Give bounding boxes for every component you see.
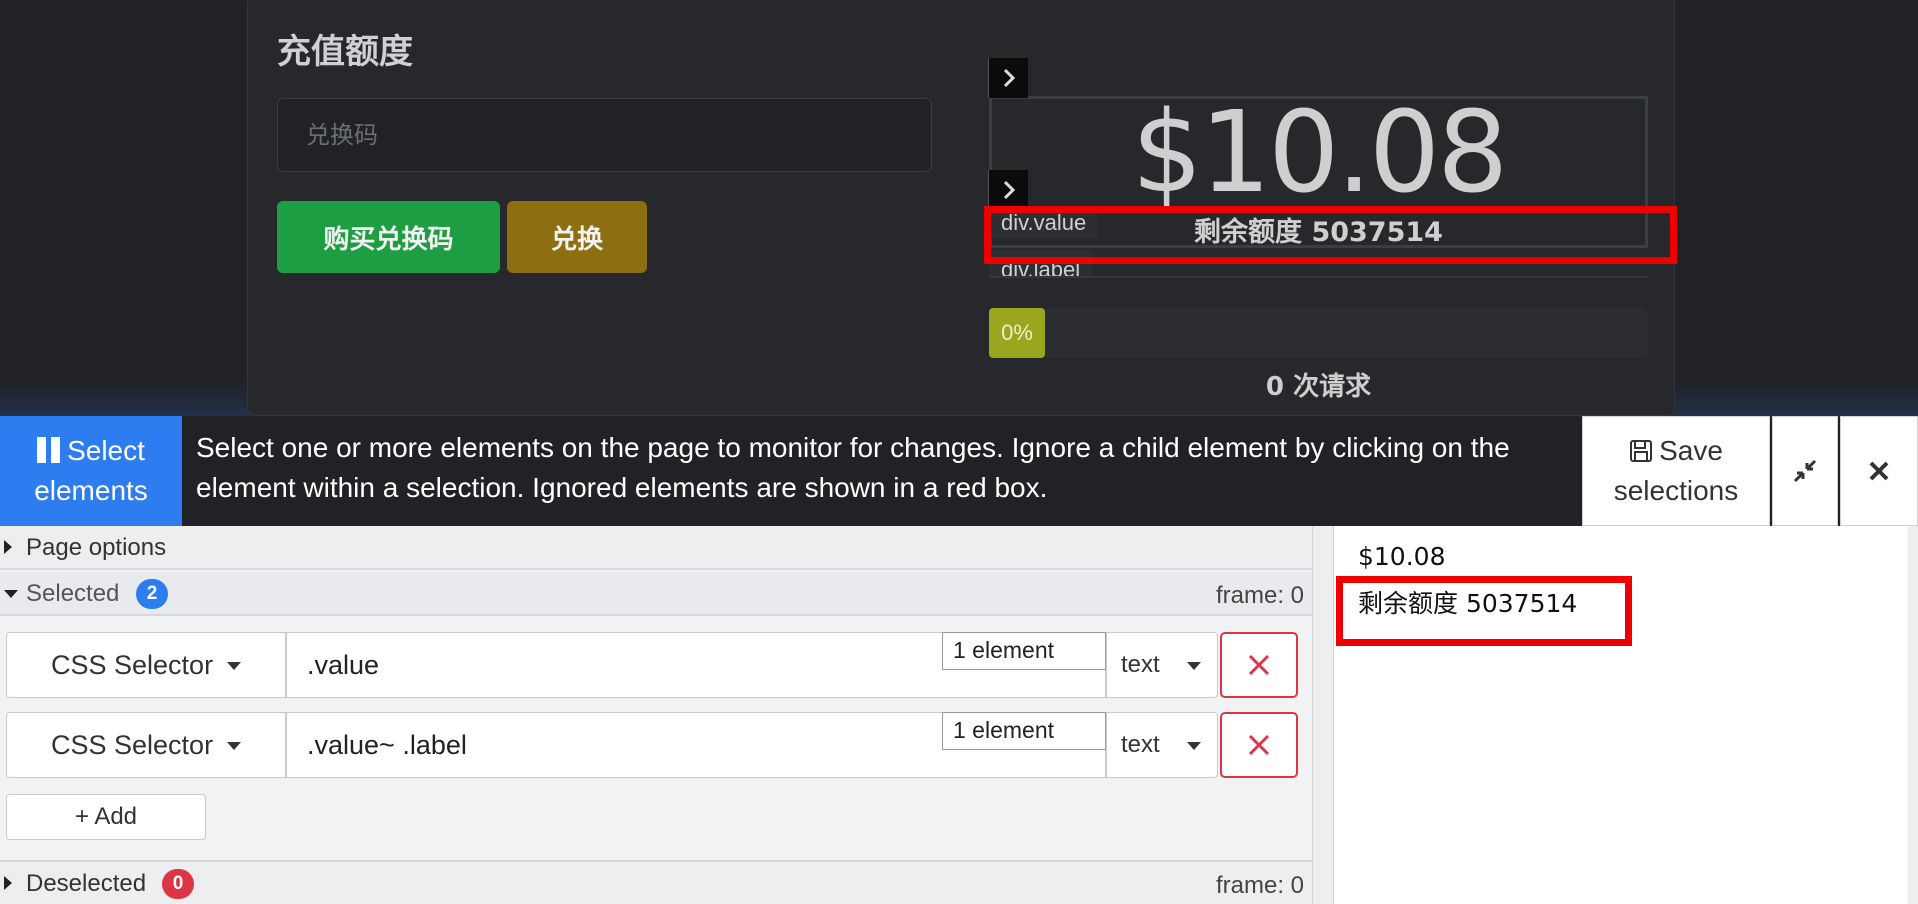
preview-panel: $10.08 剩余额度 5037514 bbox=[1334, 526, 1908, 904]
selection-panel: Page options Selected 2 frame: 0 CSS Sel… bbox=[0, 526, 1312, 904]
page-options-label: Page options bbox=[26, 534, 167, 561]
selector-type-label: CSS Selector bbox=[51, 649, 214, 680]
collapsed-triangle-icon bbox=[4, 876, 12, 890]
format-select[interactable]: text bbox=[1106, 632, 1218, 698]
minimize-button[interactable] bbox=[1772, 416, 1838, 526]
format-label: text bbox=[1121, 731, 1160, 758]
format-select[interactable]: text bbox=[1106, 712, 1218, 778]
deselected-count-badge: 0 bbox=[162, 869, 194, 899]
selector-toolbar: Select elements Select one or more eleme… bbox=[0, 416, 1918, 526]
buy-code-button[interactable]: 购买兑换码 bbox=[277, 201, 500, 273]
compress-icon bbox=[1793, 459, 1817, 483]
ignored-element-highlight bbox=[984, 206, 1677, 264]
panel-edge bbox=[1908, 526, 1918, 904]
selector-row: CSS Selector 1 element text bbox=[6, 632, 1298, 698]
match-count: 1 element bbox=[942, 632, 1106, 670]
remove-selector-button[interactable] bbox=[1220, 712, 1298, 778]
monitored-page: 充值额度 购买兑换码 兑换 $10.08 div.value div.label… bbox=[0, 0, 1918, 416]
save-selections-button[interactable]: Save selections bbox=[1582, 416, 1770, 526]
format-label: text bbox=[1121, 651, 1160, 678]
caret-down-icon bbox=[1187, 742, 1201, 750]
close-icon bbox=[1869, 461, 1889, 481]
selector-type-dropdown[interactable]: CSS Selector bbox=[6, 712, 286, 778]
selected-label: Selected bbox=[26, 580, 120, 607]
deselected-frame: frame: 0 bbox=[1215, 872, 1304, 899]
redeem-button[interactable]: 兑换 bbox=[507, 201, 647, 273]
selected-header[interactable]: Selected 2 frame: 0 bbox=[0, 572, 1312, 616]
match-count: 1 element bbox=[942, 712, 1106, 750]
remove-selector-button[interactable] bbox=[1220, 632, 1298, 698]
caret-down-icon bbox=[1187, 662, 1201, 670]
select-elements-button[interactable]: Select elements bbox=[0, 416, 182, 526]
add-selector-button[interactable]: + Add bbox=[6, 794, 206, 840]
preview-ignored-highlight bbox=[1336, 576, 1632, 646]
divider-line bbox=[989, 276, 1648, 278]
progress-track bbox=[989, 308, 1648, 358]
caret-down-icon bbox=[226, 662, 241, 671]
deselected-label: Deselected bbox=[26, 870, 147, 897]
selected-count-badge: 2 bbox=[136, 579, 168, 609]
selector-type-dropdown[interactable]: CSS Selector bbox=[6, 632, 286, 698]
progress-bar: 0% bbox=[989, 308, 1045, 358]
pause-icon bbox=[37, 437, 61, 463]
card-title: 充值额度 bbox=[277, 33, 413, 71]
collapsed-triangle-icon bbox=[4, 540, 12, 554]
x-icon bbox=[1248, 654, 1270, 676]
selected-frame: frame: 0 bbox=[1215, 582, 1304, 609]
preview-value: $10.08 bbox=[1358, 542, 1446, 571]
x-icon bbox=[1248, 734, 1270, 756]
close-button[interactable] bbox=[1840, 416, 1918, 526]
panel-resize-handle[interactable] bbox=[1312, 526, 1334, 904]
request-count: 0 次请求 bbox=[1265, 372, 1372, 402]
deselected-header[interactable]: Deselected 0 frame: 0 bbox=[0, 860, 1312, 904]
instructions-text: Select one or more elements on the page … bbox=[196, 432, 1510, 503]
page-options-header[interactable]: Page options bbox=[0, 526, 1312, 570]
selector-type-label: CSS Selector bbox=[51, 729, 214, 760]
floppy-disk-icon bbox=[1630, 440, 1653, 462]
balance-value: $10.08 bbox=[1131, 88, 1509, 218]
redeem-code-input[interactable] bbox=[277, 98, 932, 172]
expanded-triangle-icon bbox=[4, 590, 18, 598]
selector-row: CSS Selector 1 element text bbox=[6, 712, 1298, 778]
caret-down-icon bbox=[226, 742, 241, 751]
expand-label-icon[interactable] bbox=[988, 170, 1028, 210]
